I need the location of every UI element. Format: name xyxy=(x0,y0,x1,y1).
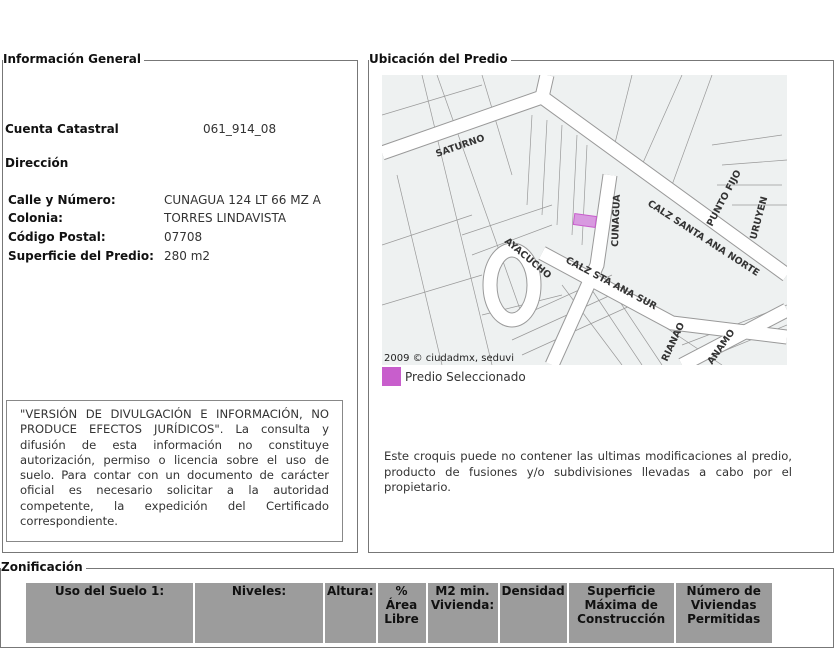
colonia-value: TORRES LINDAVISTA xyxy=(164,211,287,225)
selected-swatch xyxy=(382,367,401,386)
street-uruyen: URUYEN xyxy=(748,195,770,240)
codigo-postal-value: 07708 xyxy=(164,230,203,244)
zonificacion-table: Uso del Suelo 1: Niveles: Altura: % Área… xyxy=(26,583,774,643)
direccion-label: Dirección xyxy=(5,156,69,170)
info-general-legend: Información General xyxy=(3,52,144,66)
street-cunagua: CUNAGUA xyxy=(610,194,623,248)
codigo-postal-label: Código Postal: xyxy=(8,230,106,244)
selected-label: Predio Seleccionado xyxy=(405,369,526,384)
info-general-panel: Información General Cuenta Catastral 061… xyxy=(2,52,358,553)
zonificacion-panel: Zonificación Uso del Suelo 1: Niveles: A… xyxy=(0,560,834,648)
header-niveles: Niveles: xyxy=(194,583,325,643)
colonia-label: Colonia: xyxy=(8,211,63,225)
header-m2-min: M2 min. Vivienda: xyxy=(426,583,500,643)
superficie-label: Superficie del Predio: xyxy=(8,249,154,263)
zonificacion-legend: Zonificación xyxy=(1,560,86,574)
location-map[interactable]: SATURNO CUNAGUA CALZ SANTA ANA NORTE PUN… xyxy=(379,73,792,372)
cuenta-catastral-value: 061_914_08 xyxy=(203,122,277,136)
disclaimer-text: "VERSIÓN DE DIVULGACIÓN E INFORMACIÓN, N… xyxy=(6,400,343,542)
selected-parcel-legend: Predio Seleccionado xyxy=(382,367,526,386)
header-densidad: Densidad xyxy=(498,583,569,643)
map-svg: SATURNO CUNAGUA CALZ SANTA ANA NORTE PUN… xyxy=(379,73,792,372)
calle-value: CUNAGUA 124 LT 66 MZ A xyxy=(164,193,321,207)
croquis-note: Este croquis puede no contener las ultim… xyxy=(384,449,792,494)
header-uso-suelo: Uso del Suelo 1: xyxy=(26,583,195,643)
cuenta-catastral-label: Cuenta Catastral xyxy=(5,122,119,136)
header-superficie-maxima: Superficie Máxima de Construcción xyxy=(567,583,676,643)
street-punto-fijo: PUNTO FIJO xyxy=(705,168,744,228)
ubicacion-legend: Ubicación del Predio xyxy=(369,52,511,66)
selected-parcel[interactable] xyxy=(572,212,598,229)
ubicacion-panel: Ubicación del Predio SATURNO CUNAGUA CAL… xyxy=(368,52,834,553)
calle-label: Calle y Número: xyxy=(8,193,116,207)
superficie-value: 280 m2 xyxy=(164,249,211,263)
header-altura: Altura: xyxy=(324,583,378,643)
table-header-row: Uso del Suelo 1: Niveles: Altura: % Área… xyxy=(26,583,774,643)
header-numero-viviendas: Número de Viviendas Permitidas xyxy=(674,583,774,643)
map-credit: 2009 © ciudadmx, seduvi xyxy=(384,353,514,364)
header-area-libre: % Área Libre xyxy=(376,583,428,643)
